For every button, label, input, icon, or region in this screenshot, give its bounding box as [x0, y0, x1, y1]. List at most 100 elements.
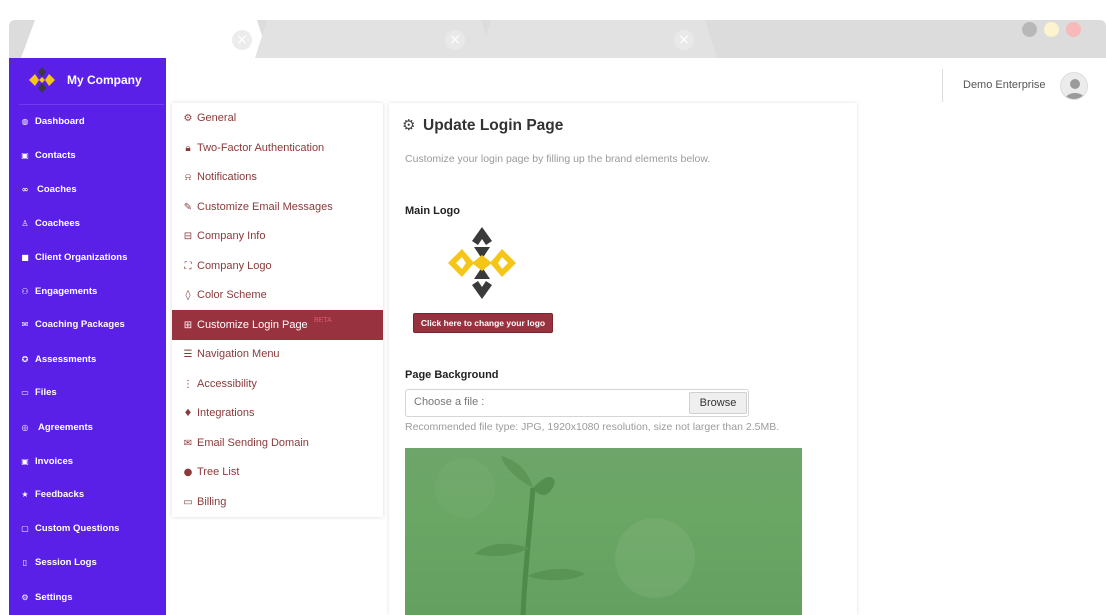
- envelope-icon: ✉: [183, 437, 193, 449]
- sidebar-item-label: Coachees: [35, 217, 80, 229]
- close-icon[interactable]: ×: [674, 30, 694, 50]
- user-name[interactable]: Demo Enterprise: [963, 79, 1046, 91]
- sidebar-item-session-logs[interactable]: ▯ Session Logs: [9, 550, 166, 574]
- sidebar-item-files[interactable]: ▭ Files: [9, 380, 166, 404]
- sidebar-item-label: Coaches: [37, 183, 77, 195]
- browse-button[interactable]: Browse: [689, 392, 747, 414]
- star-icon: ★: [21, 489, 29, 499]
- sidebar-item-assessments[interactable]: ✪ Assessments: [9, 347, 166, 371]
- sidebar-item-engagements[interactable]: ⚇ Engagements: [9, 279, 166, 303]
- settings-item-accessibility[interactable]: ⋮ Accessibility: [172, 369, 383, 399]
- tree-icon: ●: [183, 466, 193, 478]
- sidebar-item-label: Agreements: [38, 421, 93, 433]
- sidebar-item-coaching-packages[interactable]: ✉ Coaching Packages: [9, 312, 166, 336]
- settings-item-label: Integrations: [197, 407, 255, 419]
- page-subtitle: Customize your login page by filling up …: [405, 153, 711, 165]
- folder-icon: ▭: [21, 387, 29, 397]
- settings-item-tree-list[interactable]: ● Tree List: [172, 457, 383, 487]
- sidebar-item-label: Assessments: [35, 353, 97, 365]
- main-logo-label: Main Logo: [405, 205, 460, 217]
- coachees-icon: ♙: [21, 218, 29, 228]
- sidebar-item-feedbacks[interactable]: ★ Feedbacks: [9, 482, 166, 506]
- page-background-label: Page Background: [405, 369, 499, 381]
- settings-item-label: Color Scheme: [197, 289, 267, 301]
- close-glyph: ×: [449, 32, 461, 48]
- login-page-panel: ⚙ Update Login Page Customize your login…: [389, 103, 857, 615]
- hamburger-icon: ☰: [183, 348, 193, 360]
- sidebar-item-agreements[interactable]: ◎ Agreements: [9, 415, 166, 439]
- browser-tab[interactable]: ×: [479, 20, 717, 58]
- gear-icon: ⚙: [21, 592, 29, 602]
- settings-item-general[interactable]: ⚙ General: [172, 103, 383, 133]
- sidebar-item-label: Feedbacks: [35, 488, 85, 500]
- gear-icon: ⚙: [183, 112, 193, 124]
- settings-item-label: General: [197, 112, 237, 124]
- bell-icon: ⍾: [184, 171, 192, 183]
- login-icon: ⊞: [183, 319, 193, 331]
- sidebar: My Company ◍ Dashboard ▣ Contacts ∞ Coac…: [9, 58, 166, 615]
- sidebar-item-dashboard[interactable]: ◍ Dashboard: [9, 109, 166, 133]
- sidebar-item-settings[interactable]: ⚙ Settings: [9, 585, 166, 609]
- settings-item-integrations[interactable]: ♦ Integrations: [172, 398, 383, 428]
- package-icon: ✉: [21, 319, 29, 329]
- plant-sprout-image: [435, 456, 695, 615]
- settings-item-label: Two-Factor Authentication: [197, 142, 325, 154]
- settings-item-billing[interactable]: ▭ Billing: [172, 487, 383, 517]
- background-preview-image: [405, 448, 802, 615]
- settings-item-email-sending-domain[interactable]: ✉ Email Sending Domain: [172, 428, 383, 458]
- sidebar-item-label: Client Organizations: [35, 251, 128, 263]
- assessment-icon: ✪: [21, 354, 29, 364]
- settings-menu: ⚙ General 🔒︎ Two-Factor Authentication ⍾…: [172, 103, 383, 517]
- window-close-dot[interactable]: [1066, 22, 1081, 37]
- close-icon[interactable]: ×: [232, 30, 252, 50]
- sidebar-item-custom-questions[interactable]: ▢ Custom Questions: [9, 516, 166, 540]
- sidebar-item-coachees[interactable]: ♙ Coachees: [9, 211, 166, 235]
- briefcase-icon: ⊟: [183, 230, 193, 242]
- settings-item-company-logo[interactable]: ⛶ Company Logo: [172, 251, 383, 281]
- browser-tab-active[interactable]: ×: [21, 20, 269, 58]
- gear-icon: ⚙: [402, 116, 416, 134]
- sidebar-item-contacts[interactable]: ▣ Contacts: [9, 143, 166, 167]
- brand[interactable]: My Company: [9, 58, 166, 103]
- browser-tab-bar: × × ×: [9, 20, 1106, 58]
- settings-item-label: Billing: [197, 496, 227, 508]
- file-hint: Recommended file type: JPG, 1920x1080 re…: [405, 421, 780, 433]
- close-icon[interactable]: ×: [445, 30, 465, 50]
- change-logo-button[interactable]: Click here to change your logo: [413, 313, 553, 333]
- dashboard-icon: ◍: [21, 116, 29, 126]
- divider: [19, 104, 164, 105]
- window-minimize-dot[interactable]: [1022, 22, 1037, 37]
- header-divider: [942, 69, 943, 102]
- handshake-icon: ◎: [21, 422, 29, 432]
- company-logo-icon: [29, 67, 55, 93]
- avatar[interactable]: [1060, 72, 1088, 100]
- beta-badge: BETA: [314, 317, 332, 324]
- settings-item-label: Customize Email Messages: [197, 201, 333, 213]
- pencil-icon: ✎: [183, 201, 193, 213]
- settings-item-color-scheme[interactable]: ◊ Color Scheme: [172, 280, 383, 310]
- file-input-placeholder: Choose a file :: [414, 396, 485, 408]
- settings-item-two-factor[interactable]: 🔒︎ Two-Factor Authentication: [172, 133, 383, 163]
- contacts-icon: ▣: [21, 150, 29, 160]
- sidebar-item-label: Contacts: [35, 149, 76, 161]
- settings-item-label: Accessibility: [197, 378, 257, 390]
- settings-item-email-messages[interactable]: ✎ Customize Email Messages: [172, 192, 383, 222]
- user-avatar-icon: [1065, 79, 1085, 99]
- invoice-icon: ▣: [21, 456, 29, 466]
- settings-item-label: Company Info: [197, 230, 266, 242]
- settings-item-label: Email Sending Domain: [197, 437, 309, 449]
- window-maximize-dot[interactable]: [1044, 22, 1059, 37]
- coaches-icon: ∞: [21, 184, 29, 194]
- settings-item-label: Company Logo: [197, 260, 272, 272]
- background-file-input[interactable]: Choose a file : Browse: [405, 389, 749, 417]
- sidebar-item-invoices[interactable]: ▣ Invoices: [9, 449, 166, 473]
- browser-tab[interactable]: ×: [255, 20, 493, 58]
- sidebar-item-coaches[interactable]: ∞ Coaches: [9, 177, 166, 201]
- settings-item-company-info[interactable]: ⊟ Company Info: [172, 221, 383, 251]
- sidebar-item-client-organizations[interactable]: ■ Client Organizations: [9, 245, 166, 269]
- settings-item-notifications[interactable]: ⍾ Notifications: [172, 162, 383, 192]
- settings-item-customize-login-page[interactable]: ⊞ Customize Login Page BETA: [172, 310, 383, 340]
- company-name: My Company: [67, 73, 142, 87]
- settings-item-navigation-menu[interactable]: ☰ Navigation Menu: [172, 339, 383, 369]
- sidebar-item-label: Settings: [35, 591, 73, 603]
